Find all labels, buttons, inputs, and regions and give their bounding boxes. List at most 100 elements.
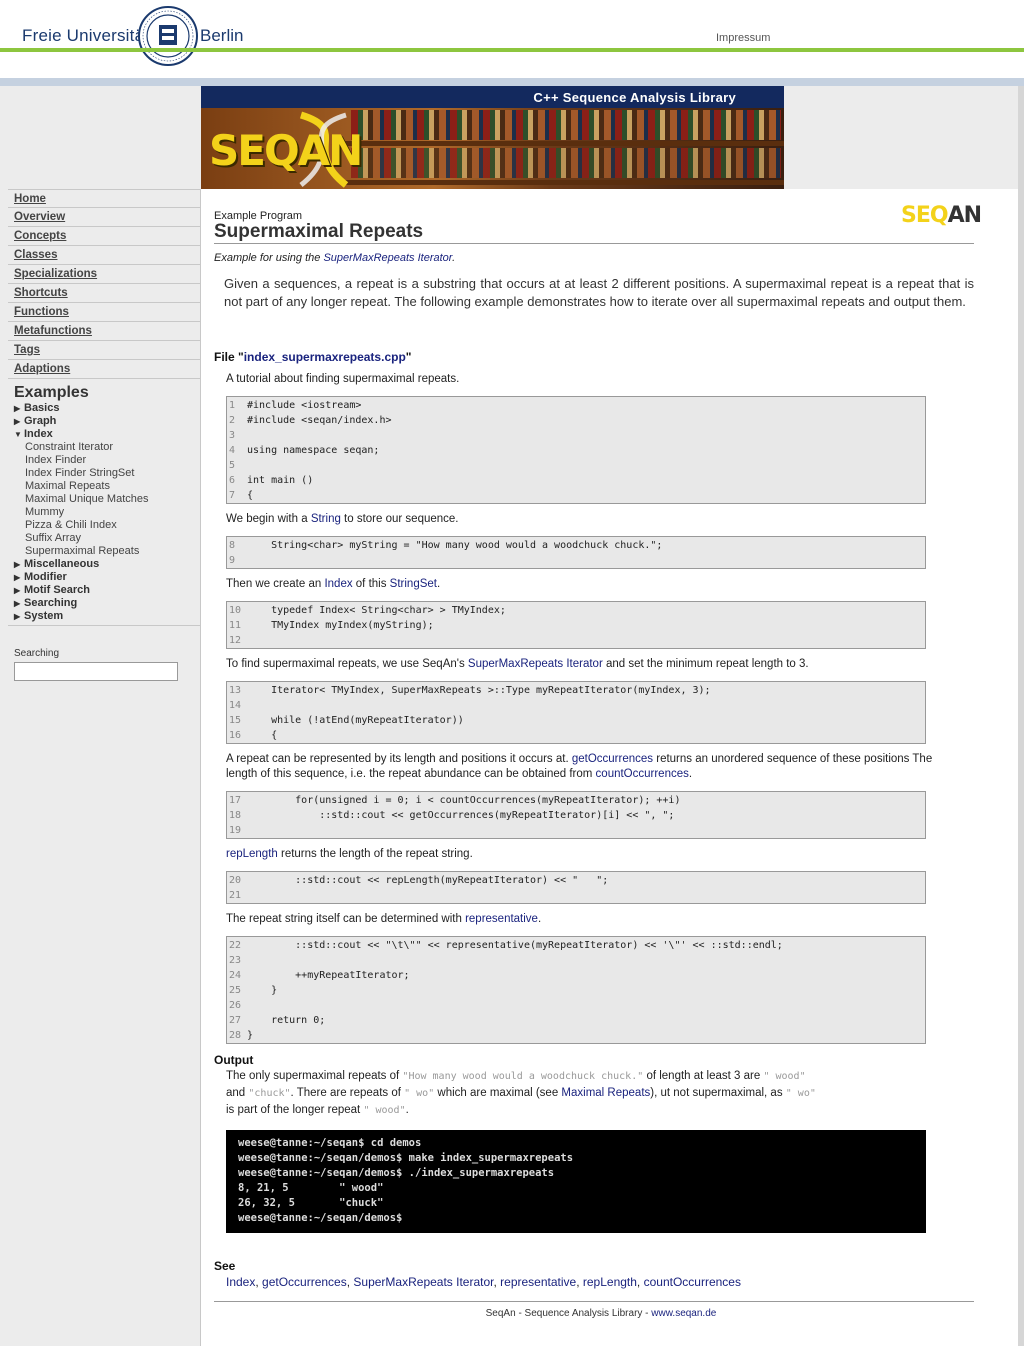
sidebar-item-specializations[interactable]: Specializations	[8, 265, 200, 284]
para-text: which are maximal (see	[434, 1087, 562, 1099]
para-text: and	[226, 1087, 249, 1099]
header-green-rule	[0, 48, 1024, 52]
code-line: 5	[227, 458, 925, 473]
see-link-getoccurrences[interactable]: getOccurrences	[262, 1275, 347, 1289]
quoted-string: "chuck"	[248, 1088, 291, 1099]
example-item-suffix-array[interactable]: Suffix Array	[25, 532, 200, 545]
example-category-motif-search[interactable]: ▶ Motif Search	[14, 584, 200, 597]
see-link-representative[interactable]: representative	[500, 1275, 576, 1289]
sidebar-item-shortcuts[interactable]: Shortcuts	[8, 284, 200, 303]
footer-text: SeqAn - Sequence Analysis Library -	[485, 1308, 652, 1319]
examples-categories-more: ▶ Miscellaneous ▶ Modifier ▶ Motif Search ▶ Sea…	[0, 558, 200, 623]
see-link-supermaxrepeats-iterator[interactable]: SuperMaxRepeats Iterator	[353, 1275, 493, 1289]
see-link-countoccurrences[interactable]: countOccurrences	[644, 1275, 741, 1289]
example-item-mummy[interactable]: Mummy	[25, 506, 200, 519]
collapsed-triangle-icon[interactable]: ▶	[14, 558, 24, 571]
code-text: using namespace seqan;	[247, 445, 380, 456]
example-category-index[interactable]: ▼ Index	[14, 428, 200, 441]
example-item-maximal-unique-matches[interactable]: Maximal Unique Matches	[25, 493, 200, 506]
sidebar-item-tags[interactable]: Tags	[8, 341, 200, 360]
source-file-link[interactable]: index_supermaxrepeats.cpp	[244, 350, 406, 364]
code-text: ::std::cout << getOccurrences(myRepeatIt…	[247, 810, 675, 821]
example-category-searching[interactable]: ▶ Searching	[14, 597, 200, 610]
sidebar-item-concepts[interactable]: Concepts	[8, 227, 200, 246]
representative-paragraph: The repeat string itself can be determin…	[226, 912, 936, 927]
line-number: 22	[229, 940, 242, 951]
countoccurrences-link[interactable]: countOccurrences	[596, 768, 689, 780]
intro-paragraph: Given a sequences, a repeat is a substri…	[224, 276, 974, 309]
example-item-pizza-chili-index[interactable]: Pizza & Chili Index	[25, 519, 200, 532]
sidebar: Home Overview Concepts Classes Specializatio…	[0, 189, 201, 1346]
para-text: returns the length of the repeat string.	[277, 848, 473, 860]
university-seal-icon[interactable]	[138, 5, 198, 67]
example-item-index-finder[interactable]: Index Finder	[25, 454, 200, 467]
representative-link[interactable]: representative	[465, 913, 538, 925]
code-line: 23	[227, 953, 925, 968]
impressum-link[interactable]: Impressum	[716, 32, 770, 44]
code-line: 24 ++myRepeatIterator;	[227, 968, 925, 983]
example-category-label: Basics	[24, 402, 60, 414]
file-heading-prefix: File "	[214, 350, 244, 364]
example-category-graph[interactable]: ▶ Graph	[14, 415, 200, 428]
maximal-repeats-link[interactable]: Maximal Repeats	[561, 1087, 650, 1099]
page-subtitle: Example for using the SuperMaxRepeats It…	[214, 252, 455, 264]
sidebar-item-classes[interactable]: Classes	[8, 246, 200, 265]
line-number: 15	[229, 715, 242, 726]
example-category-miscellaneous[interactable]: ▶ Miscellaneous	[14, 558, 200, 571]
code-text: ++myRepeatIterator;	[247, 970, 410, 981]
example-item-supermaximal-repeats[interactable]: Supermaximal Repeats	[25, 545, 200, 558]
example-category-basics[interactable]: ▶ Basics	[14, 402, 200, 415]
seqan-website-link[interactable]: www.seqan.de	[651, 1308, 716, 1319]
code-line: 7{	[227, 488, 925, 503]
code-text: TMyIndex myIndex(myString);	[247, 620, 434, 631]
string-link[interactable]: String	[311, 513, 341, 525]
example-category-label: Index	[24, 428, 53, 440]
sidebar-item-home[interactable]: Home	[8, 189, 200, 208]
quoted-string: " wood"	[363, 1105, 406, 1116]
line-number: 8	[229, 540, 236, 551]
sidebar-item-functions[interactable]: Functions	[8, 303, 200, 322]
collapsed-triangle-icon[interactable]: ▶	[14, 584, 24, 597]
sidebar-item-adaptions[interactable]: Adaptions	[8, 360, 200, 379]
collapsed-triangle-icon[interactable]: ▶	[14, 597, 24, 610]
collapsed-triangle-icon[interactable]: ▶	[14, 610, 24, 623]
stringset-link[interactable]: StringSet	[390, 578, 437, 590]
supermaxrepeats-iterator-link[interactable]: SuperMaxRepeats Iterator	[468, 658, 603, 670]
line-number: 9	[229, 555, 236, 566]
line-number: 23	[229, 955, 242, 966]
para-text: and set the minimum repeat length to 3.	[602, 658, 809, 670]
code-line: 12	[227, 633, 925, 648]
collapsed-triangle-icon[interactable]: ▶	[14, 571, 24, 584]
code-line: 21	[227, 888, 925, 903]
example-category-system[interactable]: ▶ System	[14, 610, 200, 623]
search-input[interactable]	[14, 662, 178, 681]
code-block: 10 typedef Index< String<char> > TMyInde…	[226, 601, 926, 649]
collapsed-triangle-icon[interactable]: ▶	[14, 415, 24, 428]
code-line: 13 Iterator< TMyIndex, SuperMaxRepeats >…	[227, 683, 925, 698]
sidebar-item-metafunctions[interactable]: Metafunctions	[8, 322, 200, 341]
footer-divider	[214, 1301, 974, 1302]
seqan-banner: C++ Sequence Analysis Library SEQAN SEQA…	[201, 86, 784, 189]
expanded-triangle-icon[interactable]: ▼	[14, 428, 24, 441]
see-link-index[interactable]: Index	[226, 1275, 255, 1289]
index-link[interactable]: Index	[324, 578, 352, 590]
line-number: 21	[229, 890, 242, 901]
examples-divider	[8, 625, 200, 626]
code-text: }	[247, 1030, 254, 1041]
para-text: The repeat string itself can be determin…	[226, 913, 466, 925]
sidebar-item-overview[interactable]: Overview	[8, 208, 200, 227]
getoccurrences-link[interactable]: getOccurrences	[572, 753, 653, 765]
example-category-label: Graph	[24, 415, 57, 427]
line-number: 25	[229, 985, 242, 996]
example-item-index-finder-stringset[interactable]: Index Finder StringSet	[25, 467, 200, 480]
collapsed-triangle-icon[interactable]: ▶	[14, 402, 24, 415]
supermaxrepeats-iterator-link[interactable]: SuperMaxRepeats Iterator	[323, 252, 452, 264]
replength-link[interactable]: repLength	[226, 848, 278, 860]
para-text: The only supermaximal repeats of	[226, 1070, 403, 1082]
bookshelf-row	[351, 110, 781, 140]
example-item-constraint-iterator[interactable]: Constraint Iterator	[25, 441, 200, 454]
index-paragraph: Then we create an Index of this StringSe…	[226, 577, 936, 592]
see-link-replength[interactable]: repLength	[583, 1275, 637, 1289]
example-category-modifier[interactable]: ▶ Modifier	[14, 571, 200, 584]
example-item-maximal-repeats[interactable]: Maximal Repeats	[25, 480, 200, 493]
